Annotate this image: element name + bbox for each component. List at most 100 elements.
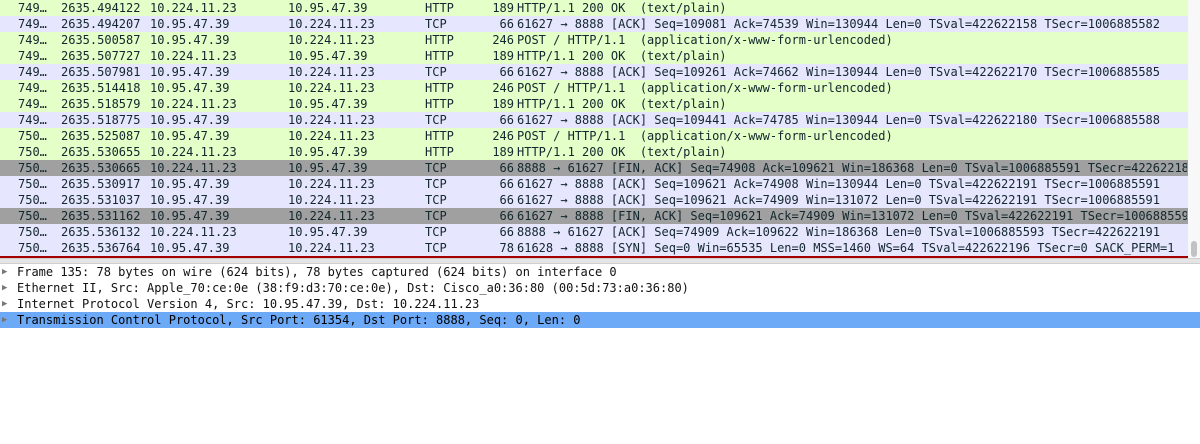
packet-protocol: TCP: [425, 113, 447, 127]
packet-row[interactable]: 749… 2635.514418 10.95.47.39 10.224.11.23 HT…: [0, 80, 1188, 96]
packet-destination: 10.224.11.23: [288, 177, 375, 191]
packet-protocol: TCP: [425, 241, 447, 255]
packet-destination: 10.95.47.39: [288, 161, 368, 175]
packet-list-scrollbar[interactable]: [1188, 0, 1200, 258]
packet-length: 189: [492, 97, 514, 111]
packet-destination: 10.224.11.23: [288, 241, 375, 255]
scrollbar-thumb[interactable]: [1191, 241, 1197, 257]
packet-row[interactable]: 749… 2635.494122 10.224.11.23 10.95.47.39 HT…: [0, 0, 1188, 16]
packet-source: 10.95.47.39: [150, 177, 230, 191]
detail-tree-label: Transmission Control Protocol, Src Port:…: [17, 313, 581, 327]
expand-triangle-icon[interactable]: ▶: [2, 280, 12, 296]
packet-row[interactable]: 750… 2635.531037 10.95.47.39 10.224.11.23 TC…: [0, 192, 1188, 208]
packet-row[interactable]: 749… 2635.494207 10.95.47.39 10.224.11.23 TC…: [0, 16, 1188, 32]
packet-source: 10.95.47.39: [150, 129, 230, 143]
packet-time: 2635.531162: [61, 209, 141, 223]
packet-details-pane: ▶ Frame 135: 78 bytes on wire (624 bits),…: [0, 264, 1200, 444]
packet-destination: 10.224.11.23: [288, 209, 375, 223]
packet-protocol: TCP: [425, 209, 447, 223]
packet-number: 749…: [18, 17, 47, 31]
packet-length: 189: [492, 1, 514, 15]
packet-info: POST / HTTP/1.1 (application/x-www-form-…: [517, 129, 893, 143]
packet-row[interactable]: 750… 2635.536764 10.95.47.39 10.224.11.23 TC…: [0, 240, 1188, 256]
packet-source: 10.95.47.39: [150, 241, 230, 255]
detail-tree-item[interactable]: ▶ Ethernet II, Src: Apple_70:ce:0e (38:f9…: [0, 280, 1200, 296]
packet-row[interactable]: 749… 2635.507981 10.95.47.39 10.224.11.23 TC…: [0, 64, 1188, 80]
packet-number: 750…: [18, 209, 47, 223]
packet-time: 2635.514418: [61, 81, 141, 95]
detail-tree-label: Frame 135: 78 bytes on wire (624 bits), …: [17, 265, 617, 279]
packet-number: 750…: [18, 129, 47, 143]
packet-number: 749…: [18, 1, 47, 15]
packet-row[interactable]: 750… 2635.530917 10.95.47.39 10.224.11.23 TC…: [0, 176, 1188, 192]
packet-time: 2635.530917: [61, 177, 141, 191]
detail-tree-item[interactable]: ▶ Internet Protocol Version 4, Src: 10.95…: [0, 296, 1200, 312]
packet-number: 749…: [18, 97, 47, 111]
packet-destination: 10.224.11.23: [288, 81, 375, 95]
expand-triangle-icon[interactable]: ▶: [2, 264, 12, 280]
packet-source: 10.95.47.39: [150, 17, 230, 31]
packet-source: 10.95.47.39: [150, 81, 230, 95]
packet-info: 61627 → 8888 [ACK] Seq=109621 Ack=74908 …: [517, 177, 1160, 191]
packet-length: 189: [492, 49, 514, 63]
packet-destination: 10.95.47.39: [288, 1, 368, 15]
packet-row[interactable]: 749… 2635.518579 10.224.11.23 10.95.47.39 HT…: [0, 96, 1188, 112]
packet-destination: 10.224.11.23: [288, 17, 375, 31]
packet-number: 749…: [18, 33, 47, 47]
packet-time: 2635.507727: [61, 49, 141, 63]
packet-source: 10.224.11.23: [150, 49, 237, 63]
packet-row[interactable]: 750… 2635.536132 10.224.11.23 10.95.47.39 TC…: [0, 224, 1188, 240]
packet-destination: 10.224.11.23: [288, 193, 375, 207]
packet-destination: 10.224.11.23: [288, 65, 375, 79]
packet-protocol: HTTP: [425, 81, 454, 95]
packet-time: 2635.500587: [61, 33, 141, 47]
packet-info: HTTP/1.1 200 OK (text/plain): [517, 49, 727, 63]
packet-protocol: HTTP: [425, 129, 454, 143]
packet-source: 10.224.11.23: [150, 145, 237, 159]
packet-length: 189: [492, 145, 514, 159]
packet-info: 8888 → 61627 [ACK] Seq=74909 Ack=109622 …: [517, 225, 1160, 239]
detail-tree-label: Ethernet II, Src: Apple_70:ce:0e (38:f9:…: [17, 281, 689, 295]
packet-length: 66: [499, 177, 514, 191]
packet-time: 2635.531037: [61, 193, 141, 207]
packet-time: 2635.518775: [61, 113, 141, 127]
packet-destination: 10.95.47.39: [288, 145, 368, 159]
packet-protocol: TCP: [425, 65, 447, 79]
packet-length: 246: [492, 81, 514, 95]
packet-info: HTTP/1.1 200 OK (text/plain): [517, 1, 727, 15]
packet-protocol: TCP: [425, 193, 447, 207]
packet-info: 61627 → 8888 [FIN, ACK] Seq=109621 Ack=7…: [517, 209, 1187, 223]
packet-length: 246: [492, 33, 514, 47]
packet-time: 2635.530665: [61, 161, 141, 175]
packet-row[interactable]: 750… 2635.525087 10.95.47.39 10.224.11.23 HT…: [0, 128, 1188, 144]
packet-length: 66: [499, 209, 514, 223]
packet-protocol: HTTP: [425, 145, 454, 159]
packet-info: 61628 → 8888 [SYN] Seq=0 Win=65535 Len=0…: [517, 241, 1175, 255]
packet-time: 2635.507981: [61, 65, 141, 79]
packet-protocol: HTTP: [425, 97, 454, 111]
packet-length: 66: [499, 113, 514, 127]
packet-row[interactable]: 749… 2635.518775 10.95.47.39 10.224.11.23 TC…: [0, 112, 1188, 128]
wireshark-window: 749… 2635.494122 10.224.11.23 10.95.47.39 HT…: [0, 0, 1200, 444]
detail-tree-item[interactable]: ▶ Frame 135: 78 bytes on wire (624 bits),…: [0, 264, 1200, 280]
packet-row[interactable]: 749… 2635.507727 10.224.11.23 10.95.47.39 HT…: [0, 48, 1188, 64]
packet-row[interactable]: 749… 2635.500587 10.95.47.39 10.224.11.23 HT…: [0, 32, 1188, 48]
expand-triangle-icon[interactable]: ▶: [2, 296, 12, 312]
detail-tree-label: Internet Protocol Version 4, Src: 10.95.…: [17, 297, 480, 311]
detail-tree-item[interactable]: ▶ Transmission Control Protocol, Src Port…: [0, 312, 1200, 328]
packet-row[interactable]: 750… 2635.530655 10.224.11.23 10.95.47.39 HT…: [0, 144, 1188, 160]
packet-source: 10.224.11.23: [150, 225, 237, 239]
packet-number: 749…: [18, 65, 47, 79]
packet-source: 10.224.11.23: [150, 97, 237, 111]
packet-length: 66: [499, 225, 514, 239]
packet-protocol: TCP: [425, 177, 447, 191]
packet-row[interactable]: 750… 2635.530665 10.224.11.23 10.95.47.39 TC…: [0, 160, 1188, 176]
expand-triangle-icon[interactable]: ▶: [2, 312, 12, 328]
packet-source: 10.224.11.23: [150, 1, 237, 15]
packet-source: 10.95.47.39: [150, 193, 230, 207]
packet-source: 10.95.47.39: [150, 65, 230, 79]
packet-number: 750…: [18, 145, 47, 159]
packet-source: 10.95.47.39: [150, 209, 230, 223]
packet-row[interactable]: 750… 2635.531162 10.95.47.39 10.224.11.23 TC…: [0, 208, 1188, 224]
packet-destination: 10.95.47.39: [288, 97, 368, 111]
